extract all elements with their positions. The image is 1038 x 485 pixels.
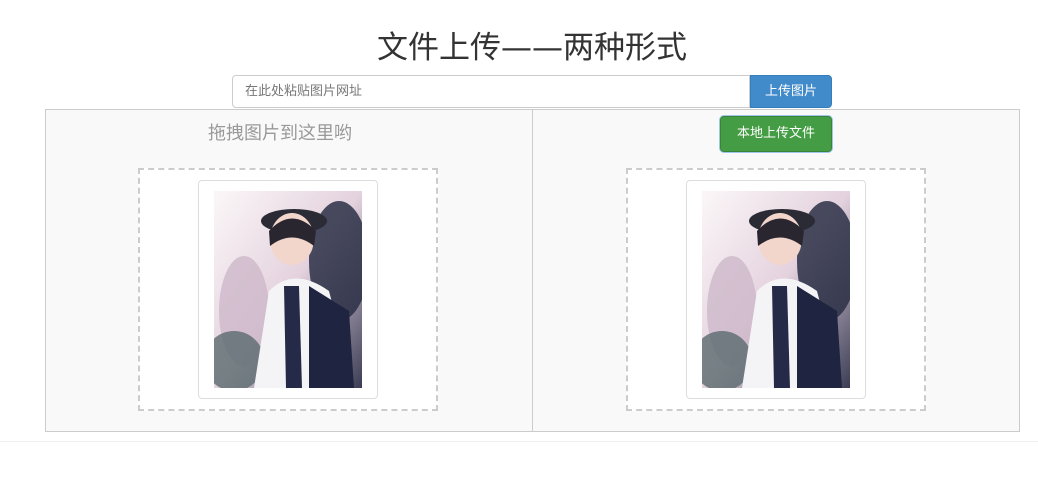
- image-preview-thumbnail: [198, 180, 378, 399]
- image-preview-thumbnail: [686, 180, 866, 399]
- local-upload-button[interactable]: 本地上传文件: [720, 116, 832, 152]
- page-title: 文件上传——两种形式: [377, 30, 687, 66]
- footer-divider: [0, 441, 1038, 442]
- preview-photo: [702, 191, 850, 388]
- preview-photo: [214, 191, 362, 388]
- drag-hint-text: 拖拽图片到这里哟: [208, 123, 352, 144]
- image-url-input[interactable]: [232, 75, 750, 108]
- upload-image-button[interactable]: 上传图片: [750, 75, 832, 108]
